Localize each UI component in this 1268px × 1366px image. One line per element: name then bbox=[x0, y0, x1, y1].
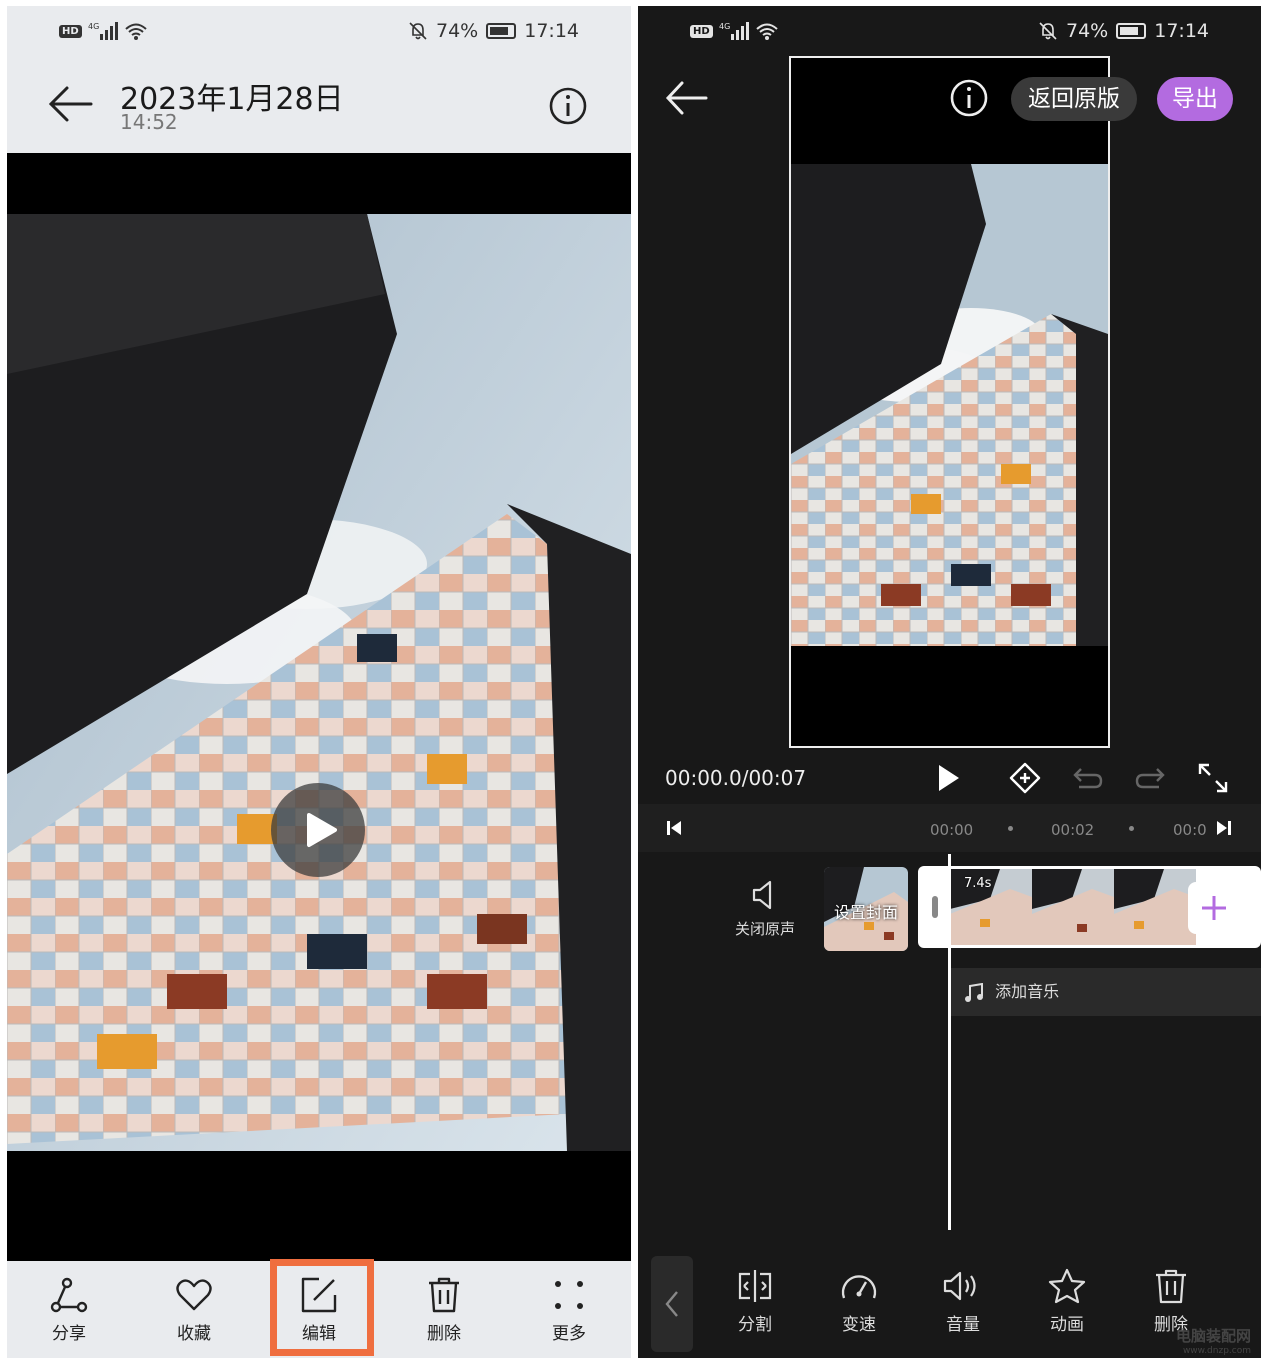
chevron-left-icon bbox=[665, 1291, 678, 1317]
animation-button[interactable]: 动画 bbox=[1032, 1268, 1102, 1335]
battery-icon bbox=[486, 23, 517, 39]
signal-icon: 4G bbox=[88, 22, 118, 40]
signal-icon: 4G bbox=[719, 22, 749, 40]
ruler-tick: 00:0 bbox=[1173, 821, 1207, 839]
hd-badge: HD bbox=[690, 24, 713, 38]
edit-highlight-box bbox=[270, 1259, 374, 1356]
editor-toolbar: 分割 变速 音量 动画 删除 电脑装配网 www.dnzp.com bbox=[638, 1246, 1261, 1358]
status-bar: HD 4G 74% 17:14 bbox=[7, 6, 631, 56]
ruler-dot bbox=[1129, 826, 1134, 831]
heart-icon bbox=[176, 1279, 212, 1311]
undo-icon[interactable] bbox=[1071, 763, 1105, 793]
ruler-tick: 00:02 bbox=[1051, 821, 1095, 839]
battery-percent: 74% bbox=[436, 20, 479, 42]
preview-frame-image bbox=[791, 164, 1108, 646]
trash-icon bbox=[1156, 1269, 1186, 1304]
ruler-tick: 00:00 bbox=[930, 821, 974, 839]
back-arrow-icon[interactable] bbox=[664, 78, 708, 118]
hd-badge: HD bbox=[59, 24, 82, 38]
clip-frame bbox=[1114, 869, 1196, 945]
split-button[interactable]: 分割 bbox=[720, 1268, 790, 1335]
skip-start-icon[interactable] bbox=[666, 820, 682, 836]
back-arrow-icon[interactable] bbox=[47, 84, 93, 124]
play-button[interactable] bbox=[271, 783, 365, 877]
mute-original-button[interactable]: 关闭原声 bbox=[730, 878, 800, 939]
mute-bell-icon bbox=[409, 22, 427, 40]
volume-label: 音量 bbox=[946, 1315, 980, 1335]
collapse-toolbar-button[interactable] bbox=[651, 1256, 693, 1352]
video-frame-image bbox=[7, 214, 631, 1151]
ruler-dot bbox=[1008, 826, 1013, 831]
time-display: 00:00.0/00:07 bbox=[665, 766, 807, 790]
page-subtitle: 14:52 bbox=[120, 110, 178, 134]
gallery-panel: HD 4G 74% 17:14 2023年1月28日 14:52 分享 收藏 编… bbox=[7, 6, 631, 1358]
share-icon bbox=[50, 1277, 88, 1313]
mute-bell-icon bbox=[1039, 22, 1057, 40]
delete-button[interactable]: 删除 bbox=[404, 1275, 484, 1344]
video-preview[interactable] bbox=[789, 56, 1110, 748]
set-cover-label: 设置封面 bbox=[833, 903, 898, 922]
animation-label: 动画 bbox=[1050, 1315, 1084, 1335]
more-label: 更多 bbox=[552, 1324, 586, 1344]
clip-trim-handle[interactable] bbox=[932, 896, 938, 918]
watermark-text: 电脑装配网 bbox=[1175, 1327, 1251, 1345]
status-time: 17:14 bbox=[1154, 20, 1209, 42]
revert-button[interactable]: 返回原版 bbox=[1011, 77, 1137, 121]
redo-icon[interactable] bbox=[1133, 763, 1167, 793]
status-bar: HD 4G 74% 17:14 bbox=[638, 6, 1261, 56]
clip-duration: 7.4s bbox=[964, 876, 992, 891]
clip-frame bbox=[1032, 869, 1114, 945]
plus-icon bbox=[1202, 896, 1226, 920]
add-music-label: 添加音乐 bbox=[995, 982, 1060, 1001]
battery-icon bbox=[1116, 23, 1147, 39]
share-label: 分享 bbox=[52, 1324, 86, 1344]
speed-icon bbox=[841, 1275, 877, 1299]
video-editor-panel: HD 4G 74% 17:14 返回原版 导出 00:00.0/00:07 00… bbox=[638, 6, 1261, 1358]
trash-icon bbox=[429, 1277, 459, 1313]
bottom-toolbar: 分享 收藏 编辑 删除 更多 bbox=[7, 1259, 631, 1358]
split-label: 分割 bbox=[738, 1315, 772, 1335]
info-icon[interactable] bbox=[949, 78, 989, 118]
timeline-ruler: 00:00 00:02 00:0 bbox=[638, 804, 1261, 852]
svg-text:4G: 4G bbox=[88, 22, 99, 31]
delete-label: 删除 bbox=[427, 1324, 461, 1344]
info-icon[interactable] bbox=[548, 86, 588, 126]
speed-button[interactable]: 变速 bbox=[824, 1268, 894, 1335]
favorite-label: 收藏 bbox=[177, 1324, 211, 1344]
split-icon bbox=[738, 1270, 772, 1302]
play-icon[interactable] bbox=[933, 761, 963, 795]
mute-original-label: 关闭原声 bbox=[734, 920, 795, 938]
speaker-icon bbox=[752, 880, 772, 910]
export-button[interactable]: 导出 bbox=[1157, 77, 1233, 121]
add-clip-button[interactable] bbox=[1188, 882, 1240, 934]
svg-text:4G: 4G bbox=[719, 22, 730, 31]
volume-button[interactable]: 音量 bbox=[928, 1268, 998, 1335]
star-icon bbox=[1048, 1268, 1086, 1304]
wifi-icon bbox=[125, 23, 147, 40]
music-note-icon bbox=[965, 982, 983, 1002]
playhead[interactable] bbox=[948, 854, 951, 1230]
watermark: 电脑装配网 www.dnzp.com bbox=[1176, 1325, 1251, 1356]
skip-end-icon[interactable] bbox=[1216, 820, 1232, 836]
wifi-icon bbox=[756, 23, 778, 40]
video-viewer[interactable] bbox=[7, 153, 631, 1261]
share-button[interactable]: 分享 bbox=[29, 1275, 109, 1344]
fullscreen-icon[interactable] bbox=[1196, 761, 1230, 795]
more-button[interactable]: 更多 bbox=[529, 1275, 609, 1344]
battery-percent: 74% bbox=[1066, 20, 1109, 42]
set-cover-button[interactable]: 设置封面 bbox=[824, 867, 908, 951]
watermark-url: www.dnzp.com bbox=[1182, 1346, 1251, 1356]
play-icon bbox=[307, 813, 337, 847]
keyframe-icon[interactable] bbox=[1008, 761, 1042, 795]
favorite-button[interactable]: 收藏 bbox=[154, 1275, 234, 1344]
add-music-track[interactable]: 添加音乐 bbox=[950, 968, 1261, 1016]
volume-icon bbox=[943, 1271, 976, 1301]
status-time: 17:14 bbox=[524, 20, 579, 42]
speed-label: 变速 bbox=[842, 1315, 876, 1335]
more-dots-icon bbox=[555, 1281, 583, 1309]
